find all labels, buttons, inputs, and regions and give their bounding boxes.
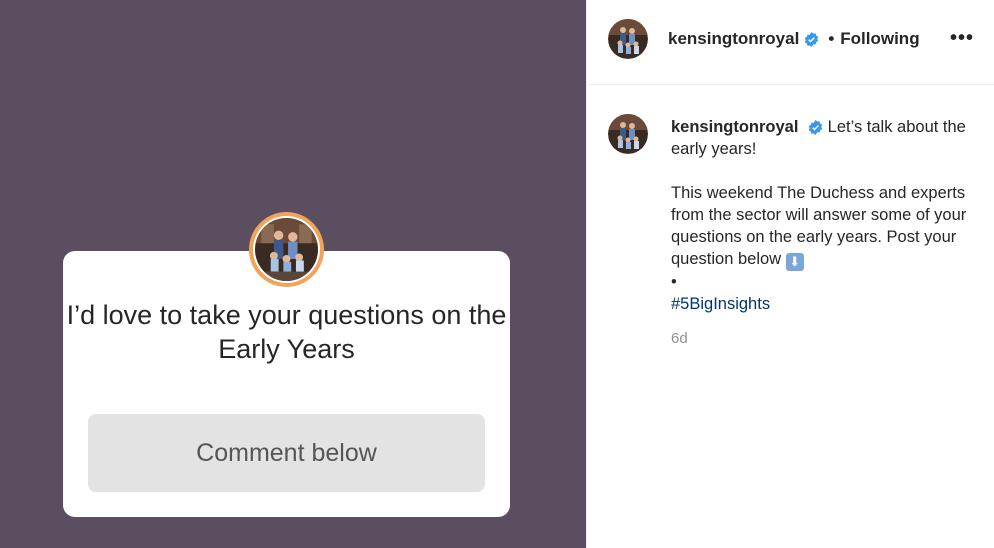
following-button[interactable]: Following xyxy=(840,29,919,49)
caption-bullet: • xyxy=(671,273,677,291)
caption-username-link[interactable]: kensingtonroyal xyxy=(671,118,798,136)
post-caption: kensingtonroyal Let’s talk about the ear… xyxy=(671,116,971,315)
family-photo-image xyxy=(255,218,318,281)
caption-line-2: This weekend The Duchess and experts fro… xyxy=(671,184,967,268)
question-avatar xyxy=(249,212,324,287)
post-header: kensingtonroyal • Following ••• xyxy=(587,0,994,85)
down-arrow-emoji-icon: ⬇ xyxy=(785,253,804,271)
verified-badge-icon xyxy=(805,31,819,47)
post-panel: kensingtonroyal • Following ••• kensingt… xyxy=(586,0,994,548)
story-media: I’d love to take your questions on the E… xyxy=(0,0,586,548)
caption-avatar[interactable] xyxy=(608,114,648,154)
profile-avatar[interactable] xyxy=(608,19,648,59)
header-username-link[interactable]: kensingtonroyal xyxy=(668,29,799,49)
question-text: I’d love to take your questions on the E… xyxy=(66,300,507,364)
post-timestamp[interactable]: 6d xyxy=(671,330,688,347)
header-separator: • xyxy=(828,29,835,48)
header-user: kensingtonroyal • Following xyxy=(668,29,920,49)
hashtag-link[interactable]: #5BigInsights xyxy=(671,295,770,313)
verified-badge-icon xyxy=(808,120,823,136)
comment-below-button[interactable]: Comment below xyxy=(88,414,485,492)
more-options-icon[interactable]: ••• xyxy=(950,28,974,48)
